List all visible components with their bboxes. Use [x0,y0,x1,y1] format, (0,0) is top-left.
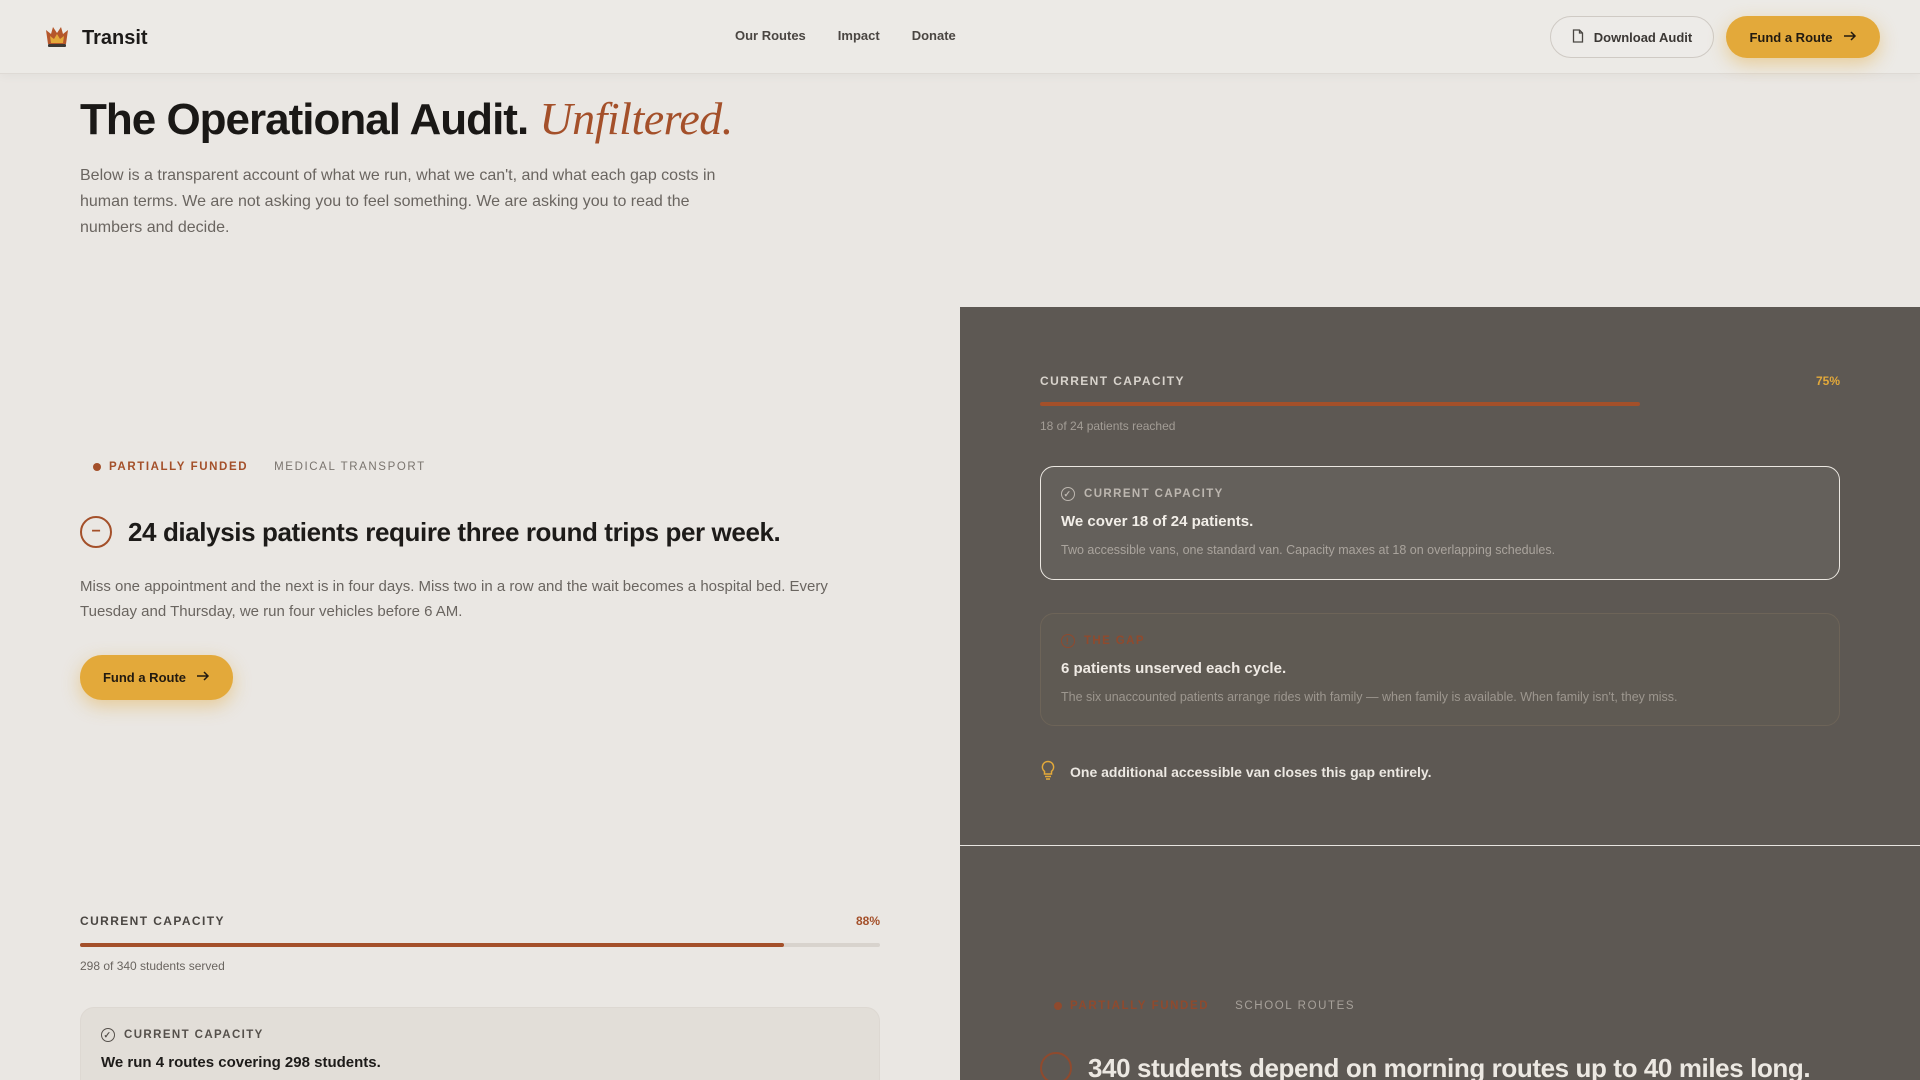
card-description: The six unaccounted patients arrange rid… [1061,690,1678,704]
page-title: The Operational Audit. Unfiltered. [80,92,733,145]
status-dot-icon [93,463,101,471]
current-capacity-card: ✓ CURRENT CAPACITY We cover 18 of 24 pat… [1040,466,1840,580]
card-header: ✓ CURRENT CAPACITY [1061,487,1819,501]
card-description: Two accessible vans, one standard van. C… [1061,543,1556,557]
capacity-label: CURRENT CAPACITY [1040,374,1185,388]
school-headline: 340 students depend on morning routes up… [1040,1052,1811,1080]
arrow-right-icon [196,670,210,685]
site-header: Transit Our Routes Impact Donate Downloa… [0,0,1920,74]
fund-route-label: Fund a Route [1749,29,1833,45]
medical-body: Miss one appointment and the next is in … [80,578,828,620]
gap-card: ! THE GAP 6 patients unserved each cycle… [1040,613,1840,726]
card-title: We run 4 routes covering 298 students. [101,1054,381,1071]
status-label: PARTIALLY FUNDED [109,461,249,473]
page-title-accent: Unfiltered. [539,93,733,144]
alert-circle-icon: ! [1061,634,1075,648]
capacity-percent: 75% [1815,374,1840,388]
nav-donate[interactable]: Donate [912,28,956,43]
main-nav: Our Routes Impact Donate [735,28,956,43]
card-header: ✓ CURRENT CAPACITY [101,1028,859,1042]
status-dot-icon [1054,1002,1062,1010]
card-title: 6 patients unserved each cycle. [1061,660,1287,677]
capacity-bar-fill [80,943,784,947]
card-label: CURRENT CAPACITY [124,1029,264,1041]
download-audit-label: Download Audit [1593,29,1693,45]
tip-text: One additional accessible van closes thi… [1070,763,1432,780]
capacity-bar-fill [1040,402,1640,406]
card-label: CURRENT CAPACITY [1084,488,1224,500]
card-label: THE GAP [1084,635,1145,647]
card-header: ! THE GAP [1061,634,1819,648]
medical-tags: PARTIALLY FUNDED MEDICAL TRANSPORT [93,461,426,473]
download-audit-button[interactable]: Download Audit [1550,16,1714,58]
category-label: MEDICAL TRANSPORT [274,461,426,473]
status-label: PARTIALLY FUNDED [1070,1000,1210,1012]
current-capacity-card: ✓ CURRENT CAPACITY We run 4 routes cover… [80,1007,880,1080]
capacity-bar [80,943,880,947]
fund-route-label: Fund a Route [102,670,187,685]
flame-emblem-icon [44,24,70,53]
fund-route-header-button[interactable]: Fund a Route [1726,16,1880,58]
capacity-percent: 88% [855,914,880,928]
status-badge: PARTIALLY FUNDED [1054,1000,1209,1012]
capacity-label: CURRENT CAPACITY [80,914,225,928]
arrow-right-icon [1843,30,1857,45]
hero-section: The Operational Audit. Unfiltered. Below… [80,92,733,241]
school-detail-panel [960,846,1920,1080]
hero-intro: Below is a transparent account of what w… [80,167,716,236]
capacity-bar [1040,402,1840,406]
check-circle-icon: ✓ [101,1028,115,1042]
capacity-subtext: 18 of 24 patients reached [1040,419,1176,433]
logo[interactable]: Transit [44,24,148,53]
school-headline-text: 340 students depend on morning routes up… [1088,1052,1811,1080]
medical-headline: − 24 dialysis patients require three rou… [80,516,781,548]
fund-route-medical-button[interactable]: Fund a Route [80,655,233,700]
page-title-main: The Operational Audit. [80,95,529,144]
capacity-subtext: 298 of 340 students served [80,959,225,973]
card-title: We cover 18 of 24 patients. [1061,513,1254,530]
status-badge: PARTIALLY FUNDED [93,461,248,473]
logo-text: Transit [82,27,148,49]
minus-circle-icon[interactable]: − [80,516,112,548]
solution-tip: One additional accessible van closes thi… [1040,760,1432,783]
medical-headline-text: 24 dialysis patients require three round… [128,516,781,547]
category-label: SCHOOL ROUTES [1235,1000,1356,1012]
nav-impact[interactable]: Impact [838,28,880,43]
minus-circle-icon[interactable] [1040,1052,1072,1080]
lightbulb-icon [1040,760,1056,783]
school-tags: PARTIALLY FUNDED SCHOOL ROUTES [1054,1000,1355,1012]
document-icon [1572,28,1584,46]
nav-our-routes[interactable]: Our Routes [735,28,806,43]
check-circle-icon: ✓ [1061,487,1075,501]
